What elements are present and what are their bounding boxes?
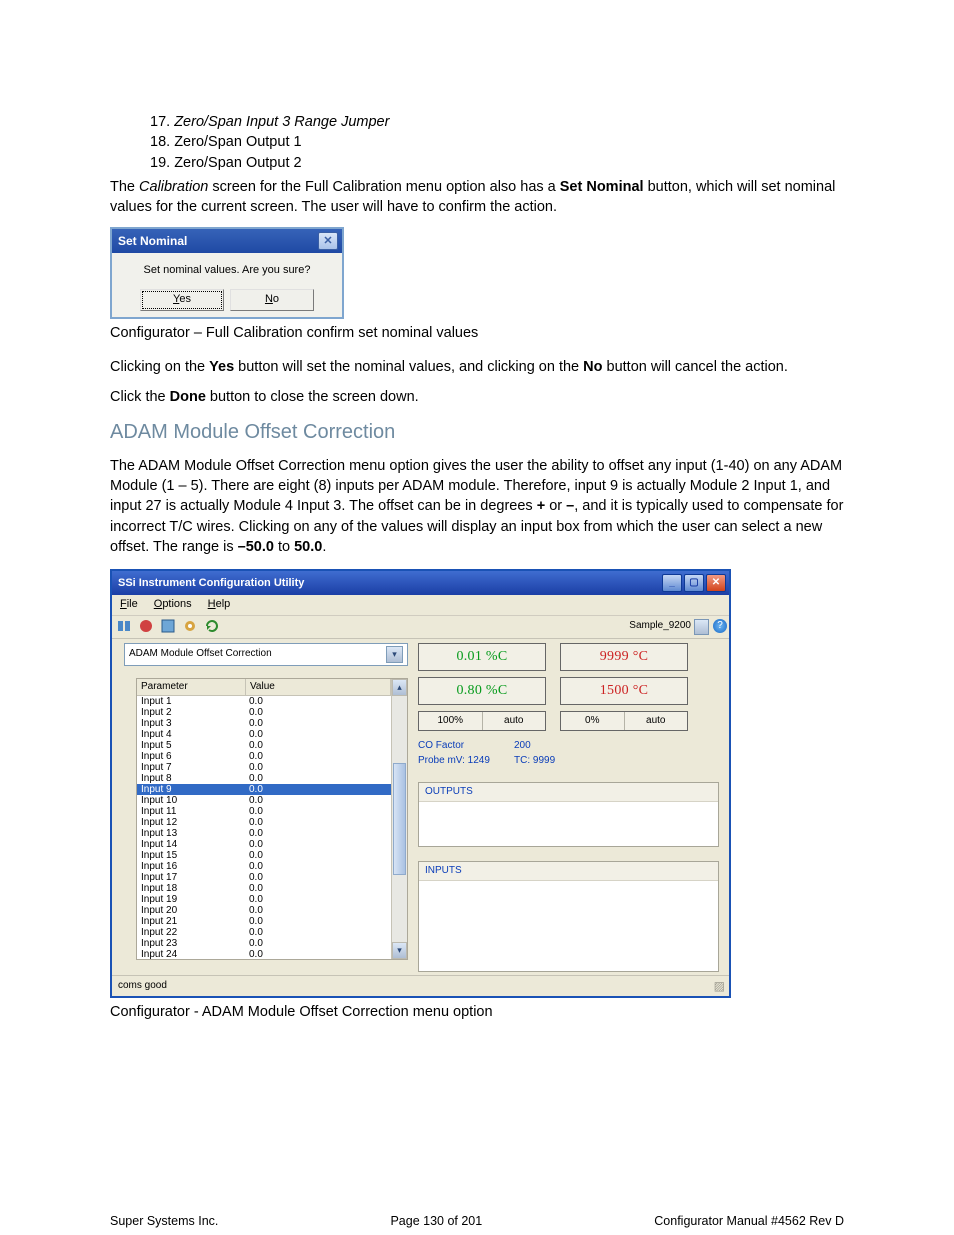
outputs-panel: OUTPUTS [418, 782, 719, 847]
table-row[interactable]: Input 50.0 [137, 740, 391, 751]
table-row[interactable]: Input 120.0 [137, 817, 391, 828]
table-row[interactable]: Input 40.0 [137, 729, 391, 740]
table-row[interactable]: Input 220.0 [137, 927, 391, 938]
sample-label: Sample_9200 [629, 619, 691, 633]
minimize-icon[interactable]: _ [662, 574, 682, 592]
table-row[interactable]: Input 100.0 [137, 795, 391, 806]
scroll-up-icon[interactable]: ▴ [392, 679, 407, 696]
menu-options[interactable]: Options [154, 597, 192, 612]
maximize-icon[interactable]: ▢ [684, 574, 704, 592]
paragraph: The ADAM Module Offset Correction menu o… [110, 456, 844, 557]
paragraph: Click the Done button to close the scree… [110, 387, 844, 407]
list-item-18: Zero/Span Output 1 [174, 134, 301, 150]
table-row[interactable]: Input 150.0 [137, 850, 391, 861]
app-window: SSi Instrument Configuration Utility _ ▢… [110, 569, 731, 998]
table-row[interactable]: Input 240.0 [137, 949, 391, 959]
sp-temp: 1500 °C [560, 677, 688, 705]
gear-icon[interactable] [182, 618, 199, 634]
menu-help[interactable]: Help [208, 597, 231, 612]
pv-carbon: 0.01 %C [418, 643, 546, 671]
col-value: Value [246, 679, 391, 695]
scroll-thumb[interactable] [393, 763, 406, 875]
screen-select-combo[interactable]: ADAM Module Offset Correction ▾ [124, 643, 408, 666]
output1-box: 100%auto [418, 711, 546, 731]
table-row[interactable]: Input 20.0 [137, 707, 391, 718]
page-footer: Super Systems Inc. Page 130 of 201 Confi… [110, 1213, 844, 1231]
table-row[interactable]: Input 60.0 [137, 751, 391, 762]
table-row[interactable]: Input 200.0 [137, 905, 391, 916]
resize-grip-icon[interactable]: ▨ [714, 978, 723, 995]
table-row[interactable]: Input 210.0 [137, 916, 391, 927]
col-parameter: Parameter [137, 679, 246, 695]
combo-value: ADAM Module Offset Correction [129, 647, 272, 661]
table-row[interactable]: Input 90.0 [137, 784, 391, 795]
toolbar: Sample_9200 ? [112, 616, 729, 639]
table-row[interactable]: Input 180.0 [137, 883, 391, 894]
list-item-17: Zero/Span Input 3 Range Jumper [174, 114, 389, 130]
close-icon[interactable]: ✕ [318, 232, 338, 250]
paragraph: Clicking on the Yes button will set the … [110, 357, 844, 377]
paragraph: The Calibration screen for the Full Cali… [110, 177, 844, 218]
table-row[interactable]: Input 70.0 [137, 762, 391, 773]
table-row[interactable]: Input 230.0 [137, 938, 391, 949]
stop-icon[interactable] [138, 618, 155, 634]
table-row[interactable]: Input 190.0 [137, 894, 391, 905]
metric-tc-value: TC: 9999 [514, 755, 555, 766]
table-row[interactable]: Input 80.0 [137, 773, 391, 784]
list-num: 19. [150, 155, 170, 171]
connect-icon[interactable] [116, 618, 133, 634]
set-nominal-dialog: Set Nominal ✕ Set nominal values. Are yo… [110, 227, 344, 318]
table-row[interactable]: Input 30.0 [137, 718, 391, 729]
list-num: 17. [150, 114, 170, 130]
section-heading: ADAM Module Offset Correction [110, 418, 844, 446]
scroll-down-icon[interactable]: ▾ [392, 942, 407, 959]
table-row[interactable]: Input 160.0 [137, 861, 391, 872]
table-row[interactable]: Input 170.0 [137, 872, 391, 883]
pv-temp: 9999 °C [560, 643, 688, 671]
sp-carbon: 0.80 %C [418, 677, 546, 705]
menu-file[interactable]: File [120, 597, 138, 612]
table-row[interactable]: Input 140.0 [137, 839, 391, 850]
dialog-message: Set nominal values. Are you sure? [112, 253, 342, 282]
refresh-icon[interactable] [204, 618, 221, 634]
list-item-19: Zero/Span Output 2 [174, 155, 301, 171]
table-row[interactable]: Input 130.0 [137, 828, 391, 839]
table-row[interactable]: Input 110.0 [137, 806, 391, 817]
close-icon[interactable]: ✕ [706, 574, 726, 592]
table-row[interactable]: Input 10.0 [137, 696, 391, 707]
app-title: SSi Instrument Configuration Utility [118, 576, 304, 591]
sample-dropdown[interactable] [694, 619, 709, 635]
scrollbar[interactable]: ▴ ▾ [391, 679, 407, 959]
dialog-title: Set Nominal [118, 233, 187, 250]
figure-caption: Configurator – Full Calibration confirm … [110, 323, 844, 343]
status-text: coms good [118, 979, 167, 993]
menubar: File Options Help [112, 595, 729, 615]
no-button[interactable]: No [230, 289, 314, 311]
yes-button[interactable]: Yes [140, 289, 224, 311]
metric-probe-label: Probe mV: 1249 [418, 755, 490, 766]
figure-caption: Configurator - ADAM Module Offset Correc… [110, 1002, 844, 1022]
output2-box: 0%auto [560, 711, 688, 731]
help-icon[interactable]: ? [713, 619, 727, 633]
chevron-down-icon[interactable]: ▾ [386, 646, 403, 663]
metric-cofactor-label: CO Factor [418, 739, 490, 753]
list-num: 18. [150, 134, 170, 150]
save-icon[interactable] [160, 618, 177, 634]
inputs-panel: INPUTS [418, 861, 719, 972]
metric-cofactor-value: 200 [514, 740, 531, 751]
